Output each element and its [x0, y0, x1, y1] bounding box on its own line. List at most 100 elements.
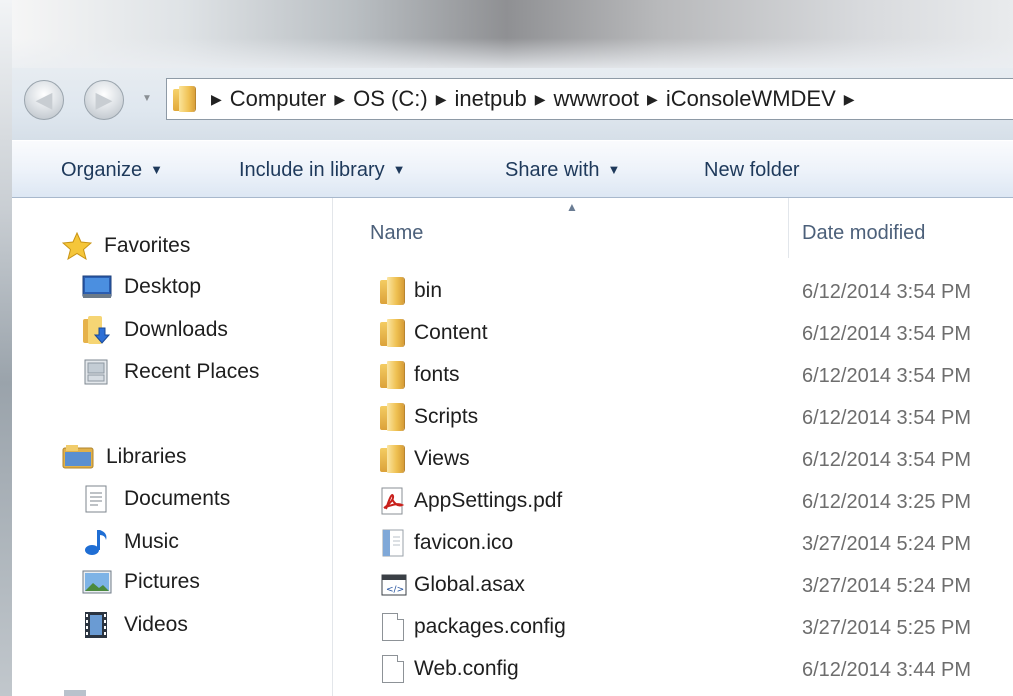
sort-ascending-icon: ▲	[566, 200, 578, 214]
file-date: 6/12/2014 3:54 PM	[802, 407, 972, 429]
breadcrumb-os-c[interactable]: OS (C:)	[353, 86, 428, 112]
arrow-right-icon: ▶	[95, 87, 113, 112]
folder-icon	[380, 403, 406, 431]
desktop-icon	[82, 275, 112, 299]
nav-item-pictures[interactable]: Pictures	[82, 569, 200, 595]
recent-pages-dropdown[interactable]: ▼	[140, 93, 154, 107]
include-in-library-button[interactable]: Include in library ▼	[239, 159, 406, 182]
videos-icon	[82, 611, 112, 639]
config-file-icon	[382, 613, 404, 641]
nav-label: Music	[124, 530, 179, 553]
chevron-down-icon: ▼	[142, 93, 152, 104]
column-header-date-modified[interactable]: Date modified	[802, 222, 925, 245]
caret-down-icon: ▼	[150, 162, 164, 177]
folder-icon	[380, 277, 406, 305]
nav-label: Desktop	[124, 275, 202, 298]
svg-text:</>: </>	[386, 585, 404, 595]
folder-icon	[173, 86, 197, 112]
file-name: packages.config	[414, 615, 566, 638]
file-name: Global.asax	[414, 573, 525, 596]
column-header-name[interactable]: Name	[370, 222, 423, 245]
window-frame-left	[0, 0, 12, 696]
file-date: 6/12/2014 3:54 PM	[802, 323, 972, 345]
share-with-button[interactable]: Share with ▼	[505, 159, 620, 182]
include-in-library-label: Include in library	[239, 159, 385, 181]
caret-down-icon: ▼	[607, 162, 621, 177]
nav-label: Documents	[124, 487, 231, 510]
folder-icon	[380, 319, 406, 347]
breadcrumb-wwwroot[interactable]: wwwroot	[553, 86, 639, 112]
nav-item-libraries[interactable]: Libraries	[62, 444, 187, 470]
caret-down-icon: ▼	[392, 162, 406, 177]
share-with-label: Share with	[505, 159, 600, 181]
documents-icon	[82, 485, 112, 513]
downloads-folder-icon	[82, 316, 112, 344]
arrow-left-icon: ◀	[35, 87, 53, 112]
nav-item-documents[interactable]: Documents	[82, 485, 230, 513]
pdf-icon	[380, 487, 408, 515]
organize-menu-button[interactable]: Organize ▼	[61, 159, 163, 182]
file-name: Views	[414, 447, 470, 470]
breadcrumb-separator-icon[interactable]: ▶	[436, 91, 447, 108]
nav-label: Libraries	[106, 445, 187, 468]
window-title-bar	[0, 0, 1013, 68]
breadcrumb-separator-icon[interactable]: ▶	[334, 91, 345, 108]
file-row-content[interactable]: Content	[380, 319, 488, 347]
nav-item-recent-places[interactable]: Recent Places	[82, 358, 259, 386]
file-name: AppSettings.pdf	[414, 489, 563, 512]
nav-label: Videos	[124, 613, 188, 636]
breadcrumb-separator-icon[interactable]: ▶	[211, 91, 222, 108]
file-name: Web.config	[414, 657, 519, 680]
file-row-web-config[interactable]: Web.config	[380, 655, 519, 683]
address-bar[interactable]: ▶ Computer ▶ OS (C:) ▶ inetpub ▶ wwwroot…	[166, 78, 1013, 120]
music-note-icon	[82, 527, 112, 557]
file-date: 6/12/2014 3:54 PM	[802, 365, 972, 387]
file-date: 6/12/2014 3:54 PM	[802, 281, 972, 303]
nav-item-computer-partial[interactable]	[64, 690, 86, 696]
recent-places-icon	[82, 358, 112, 386]
nav-label: Pictures	[124, 570, 200, 593]
file-name: fonts	[414, 363, 460, 386]
file-name: favicon.ico	[414, 531, 514, 554]
nav-item-music[interactable]: Music	[82, 527, 179, 557]
file-date: 3/27/2014 5:25 PM	[802, 617, 972, 639]
file-row-packages-config[interactable]: packages.config	[380, 613, 566, 641]
nav-label: Downloads	[124, 318, 228, 341]
file-row-views[interactable]: Views	[380, 445, 470, 473]
nav-item-desktop[interactable]: Desktop	[82, 275, 201, 299]
file-name: Content	[414, 321, 488, 344]
nav-item-videos[interactable]: Videos	[82, 611, 188, 639]
pictures-icon	[82, 569, 112, 595]
breadcrumb-separator-icon[interactable]: ▶	[535, 91, 546, 108]
file-name: Scripts	[414, 405, 479, 428]
file-row-appsettings-pdf[interactable]: AppSettings.pdf	[380, 487, 562, 515]
breadcrumb-inetpub[interactable]: inetpub	[455, 86, 527, 112]
folder-icon	[380, 361, 406, 389]
file-row-fonts[interactable]: fonts	[380, 361, 460, 389]
breadcrumb-computer[interactable]: Computer	[230, 86, 327, 112]
breadcrumb-separator-icon[interactable]: ▶	[844, 91, 855, 108]
file-date: 6/12/2014 3:54 PM	[802, 449, 972, 471]
file-row-bin[interactable]: bin	[380, 277, 442, 305]
file-date: 6/12/2014 3:44 PM	[802, 659, 972, 681]
file-date: 6/12/2014 3:25 PM	[802, 491, 972, 513]
nav-item-downloads[interactable]: Downloads	[82, 316, 228, 344]
forward-button[interactable]: ▶	[84, 80, 124, 120]
file-name: bin	[414, 279, 443, 302]
folder-icon	[380, 445, 406, 473]
file-row-scripts[interactable]: Scripts	[380, 403, 478, 431]
file-row-global-asax[interactable]: </> Global.asax	[380, 571, 525, 599]
file-row-favicon-ico[interactable]: favicon.ico	[380, 529, 513, 557]
asax-file-icon: </>	[380, 571, 408, 599]
breadcrumb-separator-icon[interactable]: ▶	[647, 91, 658, 108]
new-folder-button[interactable]: New folder	[704, 159, 800, 182]
new-folder-label: New folder	[704, 159, 800, 181]
nav-item-favorites[interactable]: Favorites	[61, 231, 190, 261]
star-icon	[61, 231, 93, 261]
ico-file-icon	[380, 529, 408, 557]
file-date: 3/27/2014 5:24 PM	[802, 533, 972, 555]
back-button[interactable]: ◀	[24, 80, 64, 120]
config-file-icon	[382, 655, 404, 683]
column-divider[interactable]	[788, 198, 789, 258]
breadcrumb-iconsolewmdev[interactable]: iConsoleWMDEV	[666, 86, 836, 112]
